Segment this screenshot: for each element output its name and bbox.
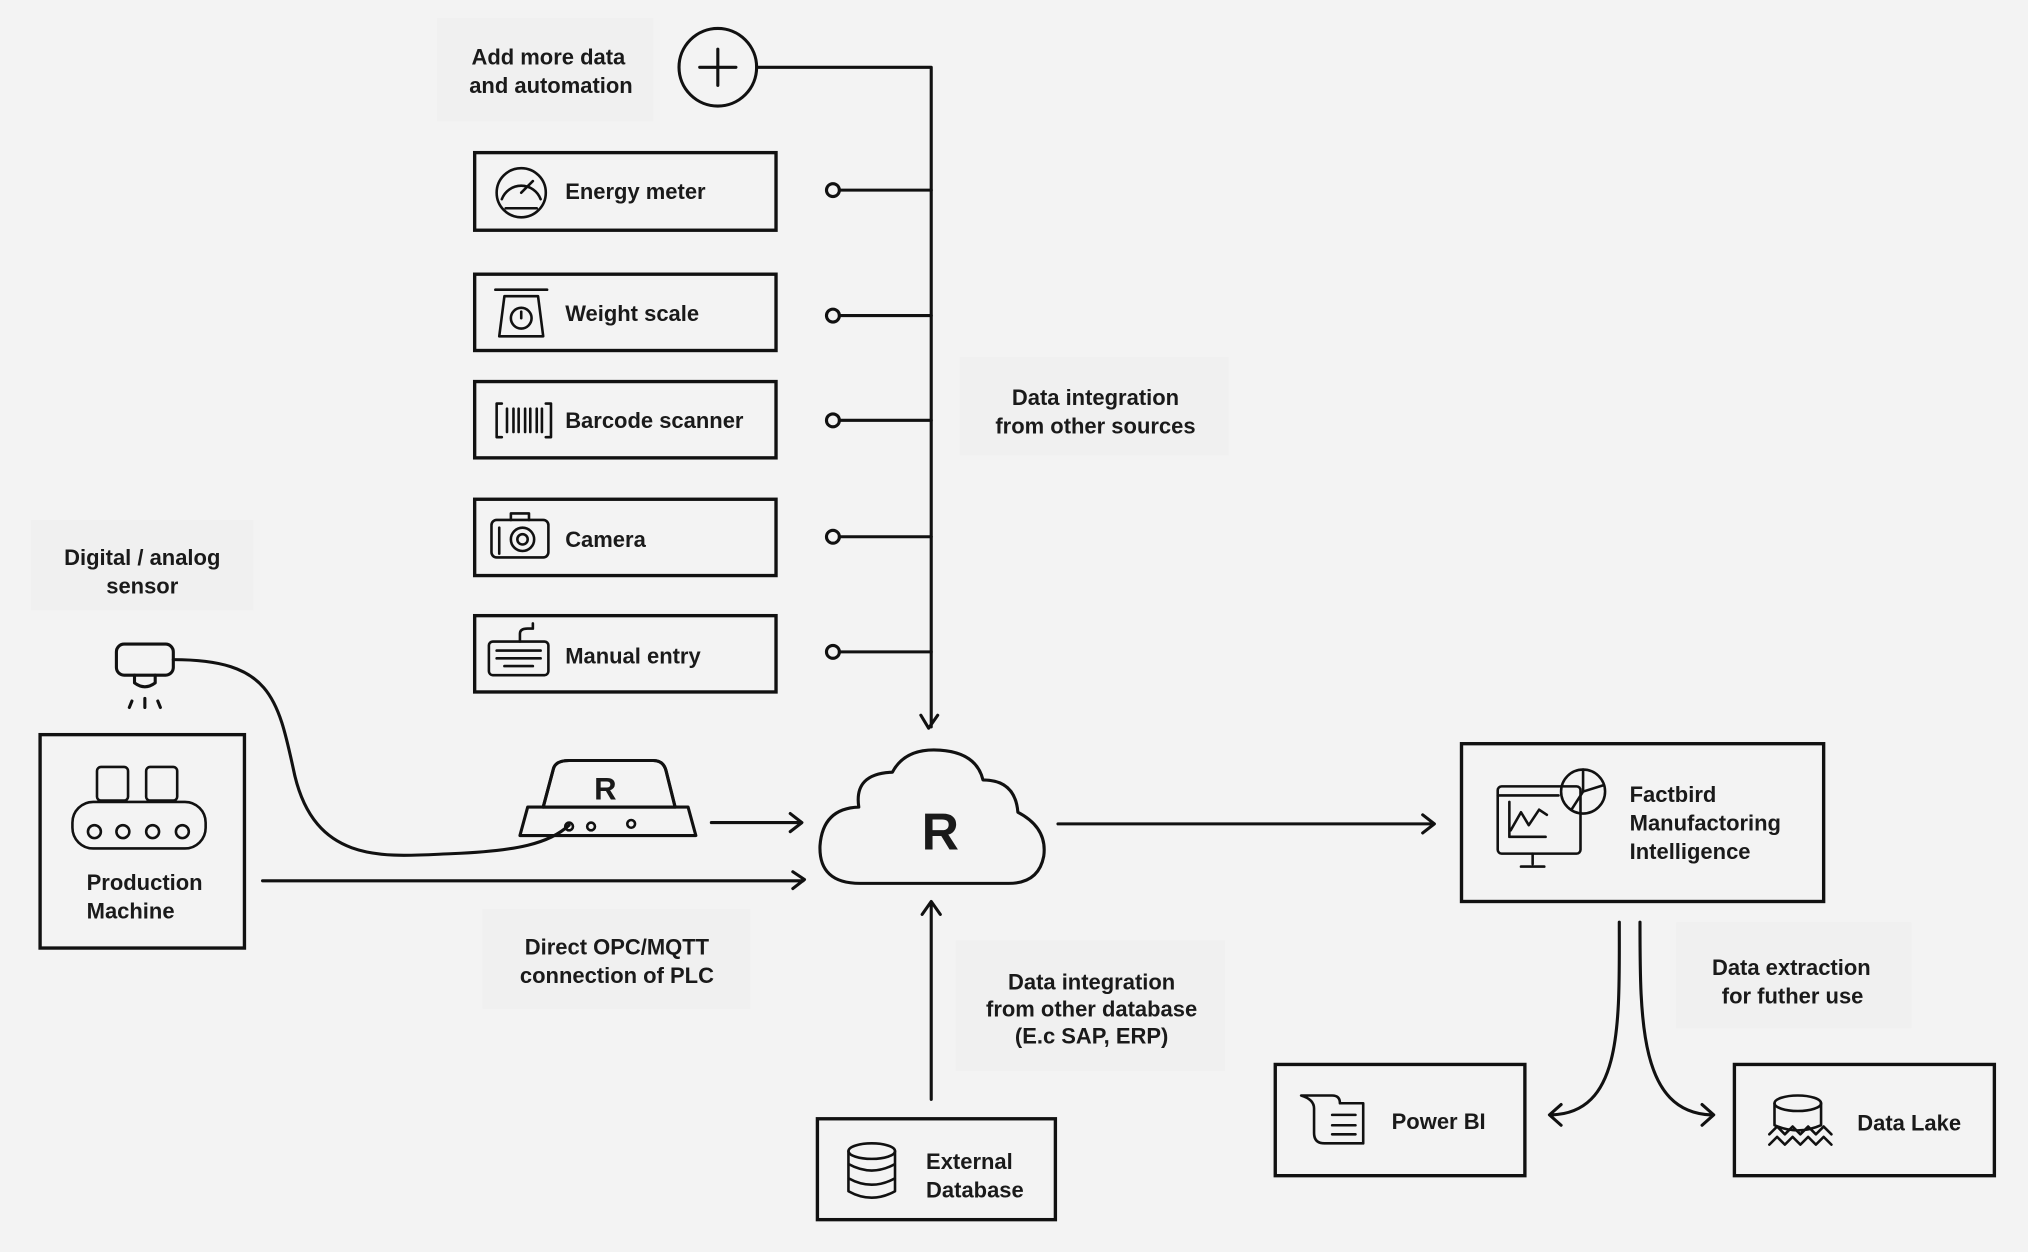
production-machine-box: Production Machine xyxy=(38,732,247,950)
svg-text:Manual entry: Manual entry xyxy=(565,644,701,669)
svg-text:for futher use: for futher use xyxy=(1722,984,1864,1009)
machine-to-cloud-arrow xyxy=(261,870,807,891)
svg-text:Energy meter: Energy meter xyxy=(565,179,706,204)
sensor-cable xyxy=(171,658,571,857)
gateway-to-cloud-arrow xyxy=(709,811,804,834)
device-barcode-scanner: Barcode scanner xyxy=(472,379,778,460)
conveyor-icon xyxy=(71,765,207,850)
svg-text:Manufactoring: Manufactoring xyxy=(1630,810,1781,835)
svg-text:Database: Database xyxy=(926,1178,1024,1203)
device-energy-meter: Energy meter xyxy=(472,150,778,232)
gateway-device-icon: R xyxy=(518,758,698,838)
svg-text:External: External xyxy=(926,1149,1013,1174)
svg-text:Barcode scanner: Barcode scanner xyxy=(565,408,744,433)
barcode-icon xyxy=(495,402,553,439)
svg-text:Data extraction: Data extraction xyxy=(1712,955,1871,980)
svg-text:Direct OPC/MQTT: Direct OPC/MQTT xyxy=(525,935,710,960)
svg-text:Machine: Machine xyxy=(87,898,175,923)
svg-text:(E.c SAP, ERP): (E.c SAP, ERP) xyxy=(1015,1024,1168,1049)
add-more-label: Add more data and automation xyxy=(437,18,654,122)
source-bus-line xyxy=(755,65,940,730)
sensor-icon xyxy=(114,642,175,710)
extraction-label: Data extraction for futher use xyxy=(1676,922,1912,1029)
svg-text:Camera: Camera xyxy=(565,527,646,552)
integration-diagram: Add more data and automation Energy mete… xyxy=(31,18,1997,1222)
document-icon xyxy=(1299,1094,1365,1145)
device-weight-scale: Weight scale xyxy=(472,272,778,353)
svg-text:from other database: from other database xyxy=(986,997,1197,1022)
plus-circle-icon[interactable] xyxy=(677,26,759,108)
svg-text:Weight scale: Weight scale xyxy=(565,301,699,326)
database-icon xyxy=(847,1142,897,1199)
svg-text:Data integration: Data integration xyxy=(1012,385,1179,410)
other-db-label: Data integration from other database (E.… xyxy=(955,940,1225,1071)
keyboard-icon xyxy=(487,622,550,677)
svg-text:Intelligence: Intelligence xyxy=(1630,839,1751,864)
svg-text:Power BI: Power BI xyxy=(1392,1109,1486,1134)
svg-text:and automation: and automation xyxy=(469,73,633,98)
camera-icon xyxy=(490,512,550,559)
device-connectors xyxy=(824,182,933,660)
sensor-label: Digital / analog sensor xyxy=(31,519,254,611)
other-sources-label: Data integration from other sources xyxy=(959,356,1229,456)
svg-text:Data Lake: Data Lake xyxy=(1857,1110,1961,1135)
svg-text:from other sources: from other sources xyxy=(995,413,1195,438)
cloud-to-factbird-arrow xyxy=(1056,813,1436,835)
svg-text:Factbird: Factbird xyxy=(1630,782,1717,807)
svg-text:Add more data: Add more data xyxy=(471,45,626,70)
factbird-to-powerbi-arrow xyxy=(1547,920,1621,1127)
svg-text:R: R xyxy=(594,771,616,806)
data-lake-box[interactable]: Data Lake xyxy=(1732,1062,1997,1178)
external-database-box: External Database xyxy=(815,1117,1058,1222)
svg-text:R: R xyxy=(922,803,959,861)
db-to-cloud-arrow xyxy=(920,899,942,1101)
svg-text:Data integration: Data integration xyxy=(1008,969,1175,994)
svg-text:connection of PLC: connection of PLC xyxy=(520,963,714,988)
device-camera: Camera xyxy=(472,497,778,578)
scale-icon xyxy=(494,288,549,338)
gauge-icon xyxy=(495,166,548,219)
factbird-box[interactable]: Factbird Manufactoring Intelligence xyxy=(1459,742,1826,904)
svg-text:Digital / analog: Digital / analog xyxy=(64,545,220,570)
device-manual-entry: Manual entry xyxy=(472,613,778,694)
analytics-dashboard-icon xyxy=(1496,768,1607,868)
svg-text:sensor: sensor xyxy=(106,574,178,599)
cloud-platform[interactable]: R xyxy=(818,748,1046,885)
power-bi-box[interactable]: Power BI xyxy=(1273,1062,1527,1178)
svg-text:Production: Production xyxy=(87,870,203,895)
data-lake-icon xyxy=(1768,1094,1833,1146)
opc-label: Direct OPC/MQTT connection of PLC xyxy=(482,909,751,1009)
